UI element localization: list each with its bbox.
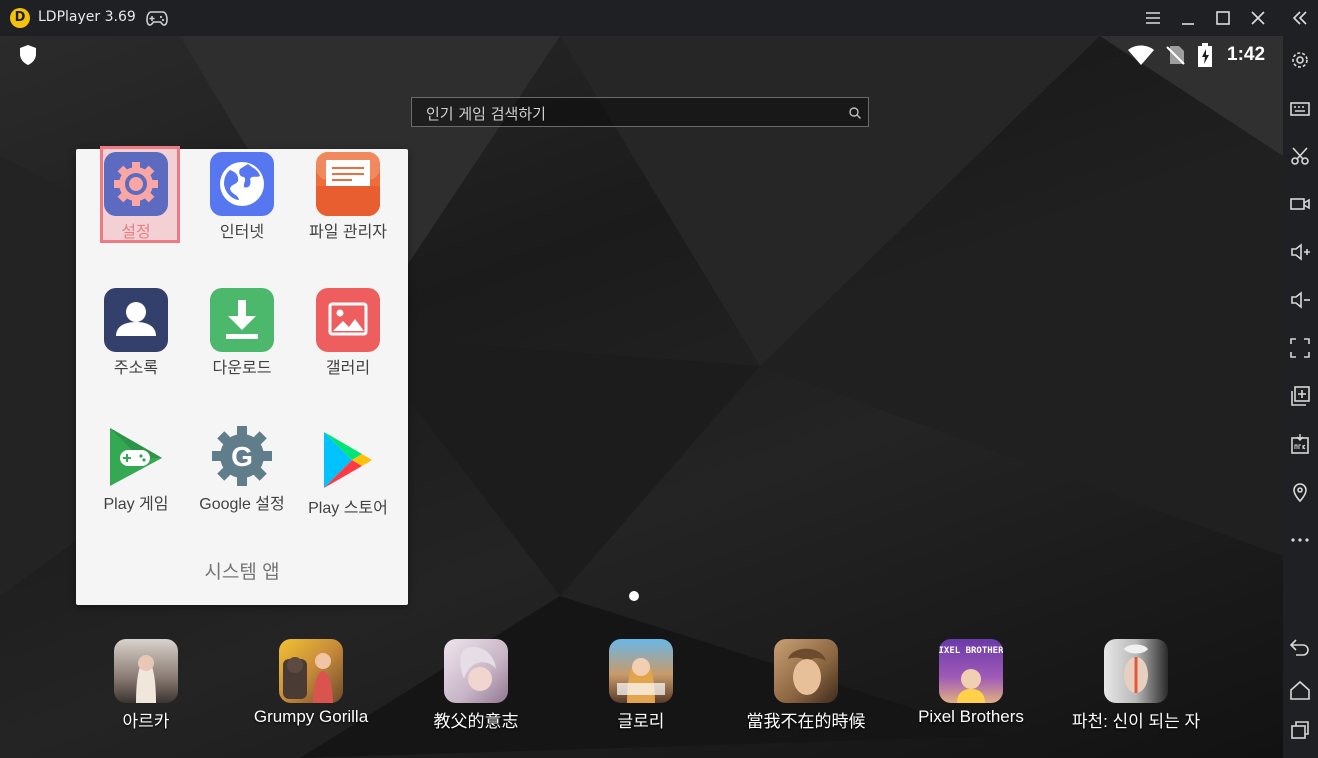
- app-file-manager[interactable]: 파일 관리자: [295, 152, 401, 242]
- minimize-icon[interactable]: [1176, 6, 1200, 30]
- app-label: 인터넷: [219, 224, 265, 241]
- dock-app-pixel-brothers[interactable]: PIXEL BROTHERS Pixel Brothers: [886, 639, 1056, 727]
- shield-icon: [20, 45, 36, 65]
- app-internet[interactable]: 인터넷: [189, 152, 295, 242]
- app-label: 다운로드: [212, 360, 272, 377]
- app-play-store[interactable]: Play 스토어: [295, 428, 401, 518]
- app-label: Pixel Brothers: [918, 707, 1024, 726]
- gear-icon[interactable]: [1288, 48, 1312, 72]
- dock-app-godfather-will[interactable]: 教父的意志: [391, 639, 561, 732]
- app-label: 갤러리: [325, 360, 371, 377]
- no-sim-icon: [1166, 46, 1185, 65]
- app-label: 當我不在的時候: [746, 712, 866, 731]
- emulator-toolbar: [1283, 36, 1318, 758]
- app-label: 教父的意志: [433, 712, 519, 731]
- keyboard-icon[interactable]: [1288, 97, 1312, 121]
- app-contacts[interactable]: 주소록: [83, 288, 189, 378]
- app-label: Play 스토어: [308, 500, 388, 517]
- play-games-icon: [104, 424, 168, 488]
- wifi-icon: [1128, 45, 1154, 65]
- app-label: Play 게임: [103, 496, 169, 513]
- dock-app-pacheon[interactable]: 파천: 신이 되는 자: [1051, 639, 1221, 732]
- page-indicator-dot: [629, 591, 639, 601]
- gear-icon: [104, 152, 168, 216]
- arka-icon: [114, 639, 178, 703]
- app-label: Google 설정: [199, 496, 285, 513]
- app-gallery[interactable]: 갤러리: [295, 288, 401, 378]
- app-label: 파일 관리자: [308, 224, 388, 241]
- add-instance-icon[interactable]: [1288, 384, 1312, 408]
- app-label: 파천: 신이 되는 자: [1071, 712, 1201, 731]
- battery-charging-icon: [1198, 43, 1212, 67]
- grumpy-gorilla-icon: [279, 639, 343, 703]
- glory-icon: [609, 639, 673, 703]
- collapse-icon[interactable]: [1288, 6, 1312, 30]
- pixel-brothers-logo: PIXEL BROTHERS: [939, 646, 1003, 656]
- home-icon[interactable]: [1288, 678, 1312, 702]
- more-icon[interactable]: [1288, 528, 1312, 552]
- folder-icon: [316, 152, 380, 216]
- gamepad-icon[interactable]: [146, 10, 168, 26]
- pacheon-icon: [1104, 639, 1168, 703]
- download-icon: [210, 288, 274, 352]
- dock-app-when-im-away[interactable]: 當我不在的時候: [721, 639, 891, 732]
- person-icon: [104, 288, 168, 352]
- video-record-icon[interactable]: [1288, 192, 1312, 216]
- search-icon[interactable]: [848, 106, 862, 120]
- image-icon: [316, 288, 380, 352]
- close-icon[interactable]: [1246, 6, 1270, 30]
- search-placeholder: 인기 게임 검색하기: [426, 105, 546, 123]
- app-folder-popup: 설정 인터넷 파일 관리자 주소록 다운로드 갤러리 Play 게임 G Goo…: [76, 146, 408, 605]
- app-downloads[interactable]: 다운로드: [189, 288, 295, 378]
- volume-up-icon[interactable]: [1288, 240, 1312, 264]
- window-title: LDPlayer 3.69: [38, 9, 136, 25]
- pixel-brothers-icon: PIXEL BROTHERS: [939, 639, 1003, 703]
- apk-install-icon[interactable]: [1288, 432, 1312, 456]
- ldplayer-logo-icon: D: [10, 8, 30, 28]
- recent-apps-icon[interactable]: [1288, 718, 1312, 742]
- scissors-icon[interactable]: [1288, 144, 1312, 168]
- app-label: 글로리: [617, 712, 665, 731]
- location-icon[interactable]: [1288, 480, 1312, 504]
- app-label: Grumpy Gorilla: [253, 707, 369, 726]
- window-title-bar: D LDPlayer 3.69: [0, 0, 1318, 36]
- emulator-screen[interactable]: 1:42 인기 게임 검색하기 설정 인터넷 파일 관리자 주소록 다운로드 갤…: [0, 36, 1283, 758]
- status-clock: 1:42: [1227, 44, 1266, 65]
- folder-title[interactable]: 시스템 앱: [76, 557, 408, 584]
- godfather-will-icon: [444, 639, 508, 703]
- fullscreen-icon[interactable]: [1288, 336, 1312, 360]
- app-play-games[interactable]: Play 게임: [83, 424, 189, 514]
- when-im-away-icon: [774, 639, 838, 703]
- maximize-icon[interactable]: [1211, 6, 1235, 30]
- search-input[interactable]: 인기 게임 검색하기: [411, 97, 869, 127]
- svg-text:G: G: [231, 441, 253, 472]
- back-icon[interactable]: [1288, 635, 1312, 659]
- app-google-settings[interactable]: G Google 설정: [189, 424, 295, 514]
- volume-down-icon[interactable]: [1288, 288, 1312, 312]
- app-label: 주소록: [113, 360, 159, 377]
- globe-icon: [210, 152, 274, 216]
- app-label: 아르카: [122, 712, 170, 731]
- app-settings[interactable]: 설정: [83, 146, 189, 243]
- dock-app-arka[interactable]: 아르카: [61, 639, 231, 732]
- menu-icon[interactable]: [1141, 6, 1165, 30]
- google-gear-icon: G: [210, 424, 274, 488]
- play-store-icon: [316, 428, 380, 492]
- dock-app-grumpy-gorilla[interactable]: Grumpy Gorilla: [226, 639, 396, 727]
- dock-app-glory[interactable]: 글로리: [556, 639, 726, 732]
